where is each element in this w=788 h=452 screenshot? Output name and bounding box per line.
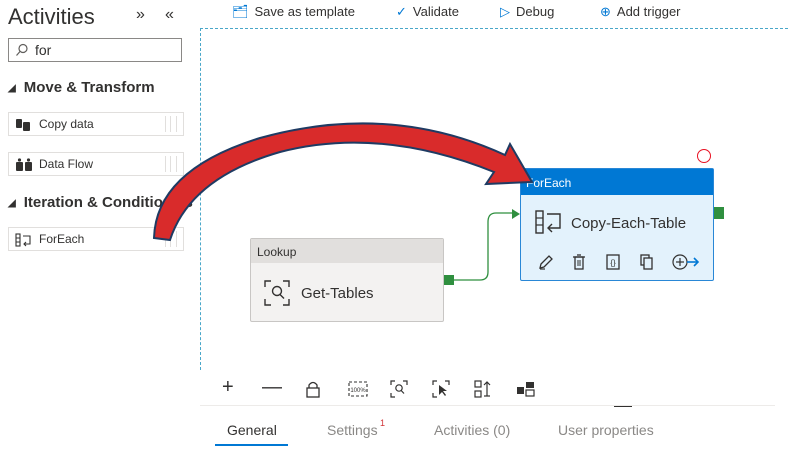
collapse-panel-icon[interactable]: « bbox=[165, 6, 174, 24]
tab-settings[interactable]: Settings bbox=[327, 422, 378, 438]
category-move-transform[interactable]: ◢ Move & Transform bbox=[8, 79, 155, 96]
remove-icon[interactable]: — bbox=[262, 376, 282, 399]
auto-align-icon[interactable] bbox=[474, 380, 492, 398]
code-icon[interactable]: {} bbox=[605, 253, 621, 271]
data-flow-icon bbox=[16, 158, 32, 171]
checkmark-icon: ✓ bbox=[396, 4, 407, 19]
collapse-all-icon[interactable]: » bbox=[136, 6, 145, 24]
zoom-100-icon[interactable]: 100% bbox=[348, 380, 368, 398]
lock-icon[interactable] bbox=[305, 380, 321, 398]
search-icon bbox=[16, 43, 28, 56]
search-value: for bbox=[35, 42, 52, 58]
drag-annotation-arrow bbox=[152, 122, 534, 242]
validate-button[interactable]: ✓ Validate bbox=[396, 4, 459, 20]
zoom-to-fit-icon[interactable] bbox=[390, 380, 408, 398]
success-output-port[interactable] bbox=[714, 207, 724, 219]
expand-triangle-icon: ◢ bbox=[8, 198, 16, 209]
debug-button[interactable]: ▷ Debug bbox=[500, 4, 554, 20]
divider bbox=[200, 405, 775, 406]
clone-icon[interactable] bbox=[639, 253, 655, 271]
expand-triangle-icon: ◢ bbox=[8, 83, 16, 94]
success-output-port[interactable] bbox=[444, 275, 454, 285]
debug-play-icon: ▷ bbox=[500, 4, 510, 19]
add-trigger-button[interactable]: ⊕ Add trigger bbox=[600, 4, 681, 20]
foreach-activity-name: Copy-Each-Table bbox=[571, 215, 687, 232]
lookup-activity[interactable]: Lookup Get-Tables bbox=[250, 238, 444, 322]
tab-general[interactable]: General bbox=[227, 422, 277, 438]
copy-data-icon bbox=[16, 119, 30, 131]
foreach-activity-type: ForEach bbox=[521, 169, 713, 195]
add-icon[interactable]: + bbox=[222, 376, 234, 399]
add-trigger-icon: ⊕ bbox=[600, 4, 611, 19]
select-icon[interactable] bbox=[432, 380, 450, 398]
edit-pencil-icon[interactable] bbox=[537, 253, 553, 271]
layout-icon[interactable] bbox=[516, 380, 536, 398]
lookup-activity-name: Get-Tables bbox=[301, 285, 374, 302]
save-as-template-button[interactable]: 🗂 Save as template bbox=[232, 4, 355, 20]
svg-text:100%: 100% bbox=[350, 388, 366, 394]
tab-user-properties[interactable]: User properties bbox=[558, 422, 654, 438]
settings-error-badge: 1 bbox=[380, 418, 386, 428]
search-input[interactable]: for bbox=[8, 38, 182, 62]
delete-trash-icon[interactable] bbox=[571, 253, 587, 271]
save-template-icon: 🗂 bbox=[232, 4, 249, 19]
active-tab-indicator bbox=[215, 444, 288, 446]
error-indicator-icon bbox=[697, 149, 711, 163]
add-output-icon[interactable] bbox=[671, 253, 701, 271]
lookup-icon bbox=[264, 280, 290, 306]
panel-title: Activities bbox=[8, 4, 95, 29]
foreach-icon bbox=[15, 233, 31, 247]
foreach-activity[interactable]: ForEach Copy-Each-Table {} bbox=[520, 168, 714, 281]
tab-activities[interactable]: Activities (0) bbox=[434, 422, 510, 438]
svg-text:{}: {} bbox=[610, 259, 616, 268]
